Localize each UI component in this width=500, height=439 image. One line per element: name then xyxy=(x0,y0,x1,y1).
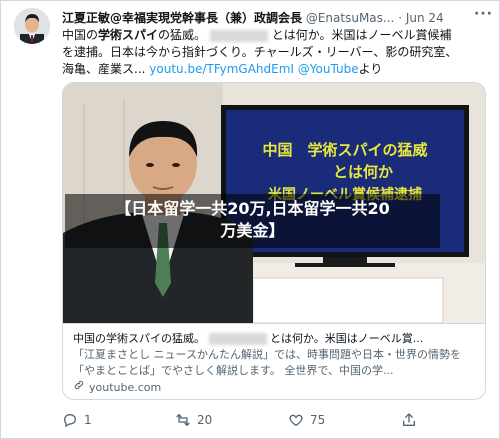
tweet-text: 中国の学術スパイの猛威。 とは何か。米国はノーベル賞候補 を逮捕。日本は今から指… xyxy=(62,27,482,78)
youtube-mention[interactable]: @YouTube xyxy=(298,62,359,76)
card-description: 「江夏まさとし ニュースかんたん解説」では、時事問題や日本・世界の情勢を「やまと… xyxy=(73,348,461,377)
link-icon xyxy=(73,379,85,396)
text-bold-fragment: 学術スパイ xyxy=(98,28,159,42)
avatar[interactable] xyxy=(14,8,50,44)
tweet-date[interactable]: Jun 24 xyxy=(406,11,444,25)
reply-count: 1 xyxy=(84,413,92,427)
text-fragment: 中国の xyxy=(62,28,99,42)
card-domain-row: youtube.com xyxy=(73,379,477,396)
screen-line-1: 中国 学術スパイの猛威 xyxy=(262,141,427,159)
caption-overlay: 【日本留学一共20万,日本留学一共20 万美金】 xyxy=(65,194,440,248)
screen-line-2: とは何か xyxy=(333,163,393,181)
video-link[interactable]: youtu.be/TFymGAhdEmI xyxy=(149,62,294,76)
share-icon xyxy=(401,412,417,428)
like-count: 75 xyxy=(310,413,326,427)
text-line: を逮捕。日本は今から指針づくり。チャールズ・リーバー、影の研究室、 xyxy=(62,45,458,59)
text-fragment: の猛威。 xyxy=(158,28,207,42)
display-name[interactable]: 江夏正敏@幸福実現党幹事長（兼）政調会長 xyxy=(62,11,302,25)
text-fragment: より xyxy=(358,62,383,76)
reply-icon xyxy=(62,412,78,428)
more-options-icon[interactable]: ··· xyxy=(474,6,493,22)
retweet-icon xyxy=(175,412,191,428)
separator-dot: · xyxy=(398,11,403,25)
text-fragment: とは何か。米国はノーベル賞候補 xyxy=(271,28,452,42)
card-info[interactable]: 中国の学術スパイの猛威。 とは何か。米国はノーベル賞... 「江夏まさとし ニュ… xyxy=(63,323,485,399)
card-title-prefix: 中国の学術スパイの猛威。 xyxy=(73,332,205,345)
heart-icon xyxy=(288,412,304,428)
text-fragment: 海亀、産業ス... xyxy=(62,62,146,76)
redacted-text xyxy=(208,333,267,345)
caption-line-1: 【日本留学一共20万,日本留学一共20 xyxy=(115,199,390,218)
retweet-button[interactable]: 20 xyxy=(175,412,212,428)
share-button[interactable] xyxy=(401,412,417,428)
redacted-text xyxy=(209,29,268,42)
retweet-count: 20 xyxy=(197,413,213,427)
card-title-suffix: とは何か。米国はノーベル賞... xyxy=(270,332,424,345)
tweet-header: 江夏正敏@幸福実現党幹事長（兼）政調会長 @EnatsuMas... · Jun… xyxy=(62,9,444,26)
reply-button[interactable]: 1 xyxy=(62,412,92,428)
card-domain: youtube.com xyxy=(89,380,162,394)
user-handle[interactable]: @EnatsuMas... xyxy=(306,11,395,25)
card-title: 中国の学術スパイの猛威。 とは何か。米国はノーベル賞... xyxy=(73,331,477,347)
caption-line-2: 万美金】 xyxy=(220,221,285,240)
tweet-actions: 1 20 75 xyxy=(62,412,482,434)
like-button[interactable]: 75 xyxy=(288,412,325,428)
